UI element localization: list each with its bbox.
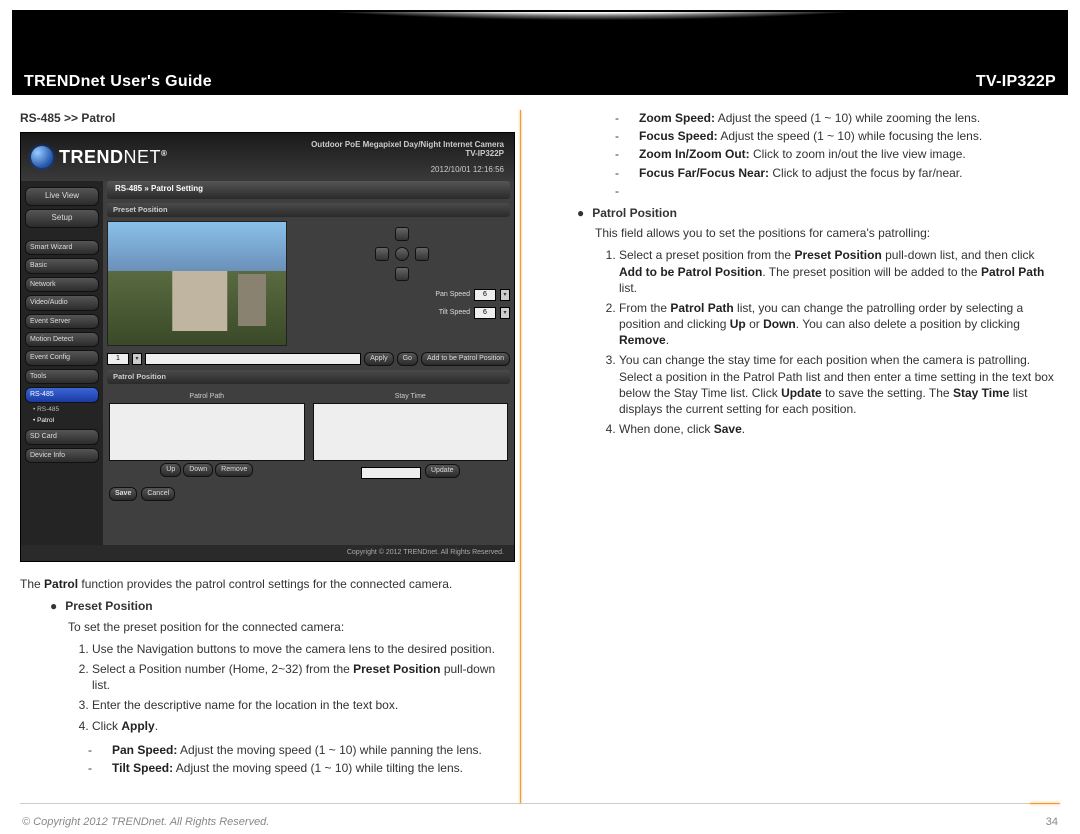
preset-step-4: Click Apply. [92, 718, 515, 734]
remove-button[interactable]: Remove [215, 463, 253, 476]
patrol-position-heading: ●Patrol Position [577, 205, 1060, 221]
ui-footer-copyright: Copyright © 2012 TRENDnet. All Rights Re… [21, 545, 514, 561]
liveview-button[interactable]: Live View [25, 187, 99, 206]
nav-tools[interactable]: Tools [25, 369, 99, 384]
ui-main-panel: RS-485 » Patrol Setting Preset Position [103, 181, 514, 545]
patrol-intro: This field allows you to set the positio… [595, 225, 1060, 241]
subnav-patrol[interactable]: • Patrol [25, 417, 99, 426]
tilt-speed-label: Tilt Speed [400, 308, 470, 317]
cancel-button[interactable]: Cancel [141, 487, 175, 500]
stay-time-textbox[interactable] [361, 467, 421, 479]
ui-breadcrumb: RS-485 » Patrol Setting [107, 181, 510, 199]
dash-tilt-speed: -Tilt Speed: Adjust the moving speed (1 … [100, 760, 515, 776]
apply-button[interactable]: Apply [364, 352, 394, 365]
down-button[interactable]: Down [183, 463, 213, 476]
update-button[interactable]: Update [425, 464, 460, 477]
dash-focus-farnear: -Focus Far/Focus Near: Click to adjust t… [627, 165, 1060, 181]
pan-speed-value[interactable]: 6 [474, 289, 496, 301]
dash-zoom-speed: -Zoom Speed: Adjust the speed (1 ~ 10) w… [627, 110, 1060, 126]
dash-empty: - [627, 183, 1060, 199]
preset-dash-list: -Pan Speed: Adjust the moving speed (1 ~… [78, 742, 515, 776]
nav-smart-wizard[interactable]: Smart Wizard [25, 240, 99, 255]
nav-basic[interactable]: Basic [25, 258, 99, 273]
patrol-step-1: Select a preset position from the Preset… [619, 247, 1060, 296]
preset-steps-list: Use the Navigation buttons to move the c… [70, 641, 515, 734]
globe-icon [31, 146, 53, 168]
nav-device-info[interactable]: Device Info [25, 448, 99, 463]
patrol-step-4: When done, click Save. [619, 421, 1060, 437]
patrol-position-title: Patrol Position [107, 370, 510, 384]
preset-name-textbox[interactable] [145, 353, 361, 365]
camera-ui-screenshot: TRENDNET® Outdoor PoE Megapixel Day/Nigh… [20, 132, 515, 562]
pan-speed-dropdown-icon[interactable]: ▾ [500, 289, 510, 301]
up-button[interactable]: Up [160, 463, 181, 476]
footer-accent [1030, 803, 1060, 804]
footer-divider [20, 803, 1060, 804]
preset-step-1: Use the Navigation buttons to move the c… [92, 641, 515, 657]
footer-copyright: © Copyright 2012 TRENDnet. All Rights Re… [22, 816, 269, 828]
header-curve [14, 12, 1066, 77]
pan-speed-label: Pan Speed [400, 290, 470, 299]
patrol-path-label: Patrol Path [189, 392, 224, 401]
preset-step-3: Enter the descriptive name for the locat… [92, 697, 515, 713]
preset-intro: To set the preset position for the conne… [68, 619, 515, 635]
nav-motion-detect[interactable]: Motion Detect [25, 332, 99, 347]
patrol-intro-paragraph: The Patrol function provides the patrol … [20, 576, 515, 592]
nav-home-icon[interactable] [395, 247, 409, 261]
add-patrol-button[interactable]: Add to be Patrol Position [421, 352, 510, 365]
dash-pan-speed: -Pan Speed: Adjust the moving speed (1 ~… [100, 742, 515, 758]
nav-rs485[interactable]: RS-485 [25, 387, 99, 402]
ui-sidebar: Live View Setup Smart Wizard Basic Netwo… [21, 181, 103, 545]
page-number: 34 [1046, 816, 1058, 828]
arrow-up-icon[interactable] [395, 227, 409, 241]
preset-number-select[interactable]: 1 [107, 353, 129, 365]
preset-step-2: Select a Position number (Home, 2~32) fr… [92, 661, 515, 693]
patrol-path-list[interactable] [109, 403, 305, 461]
preset-position-heading: ●Preset Position [50, 598, 515, 614]
nav-network[interactable]: Network [25, 277, 99, 292]
live-preview [107, 221, 287, 346]
arrow-right-icon[interactable] [415, 247, 429, 261]
arrow-left-icon[interactable] [375, 247, 389, 261]
arrow-down-icon[interactable] [395, 267, 409, 281]
camera-subtitle: Outdoor PoE Megapixel Day/Night Internet… [311, 140, 504, 175]
header-title-right: TV-IP322P [976, 73, 1056, 91]
right-dash-list: -Zoom Speed: Adjust the speed (1 ~ 10) w… [605, 110, 1060, 199]
nav-event-server[interactable]: Event Server [25, 314, 99, 329]
preset-number-dropdown-icon[interactable]: ▾ [132, 353, 142, 365]
tilt-speed-value[interactable]: 6 [474, 307, 496, 319]
patrol-step-2: From the Patrol Path list, you can chang… [619, 300, 1060, 349]
page-header: TRENDnet User's Guide TV-IP322P [12, 10, 1068, 95]
setup-button[interactable]: Setup [25, 209, 99, 228]
dash-focus-speed: -Focus Speed: Adjust the speed (1 ~ 10) … [627, 128, 1060, 144]
go-button[interactable]: Go [397, 352, 418, 365]
preset-position-title: Preset Position [107, 203, 510, 217]
subnav-rs485[interactable]: • RS-485 [25, 406, 99, 415]
rs485-patrol-heading: RS-485 >> Patrol [20, 110, 515, 126]
tilt-speed-dropdown-icon[interactable]: ▾ [500, 307, 510, 319]
nav-video-audio[interactable]: Video/Audio [25, 295, 99, 310]
stay-time-label: Stay Time [395, 392, 426, 401]
header-title-left: TRENDnet User's Guide [24, 73, 212, 91]
patrol-steps-list: Select a preset position from the Preset… [597, 247, 1060, 437]
nav-pad [373, 225, 431, 283]
dash-zoom-inout: -Zoom In/Zoom Out: Click to zoom in/out … [627, 146, 1060, 162]
nav-sdcard[interactable]: SD Card [25, 429, 99, 444]
patrol-step-3: You can change the stay time for each po… [619, 352, 1060, 417]
save-button[interactable]: Save [109, 487, 137, 500]
nav-event-config[interactable]: Event Config [25, 350, 99, 365]
brand-logo: TRENDNET® [31, 145, 167, 169]
stay-time-list[interactable] [313, 403, 509, 461]
